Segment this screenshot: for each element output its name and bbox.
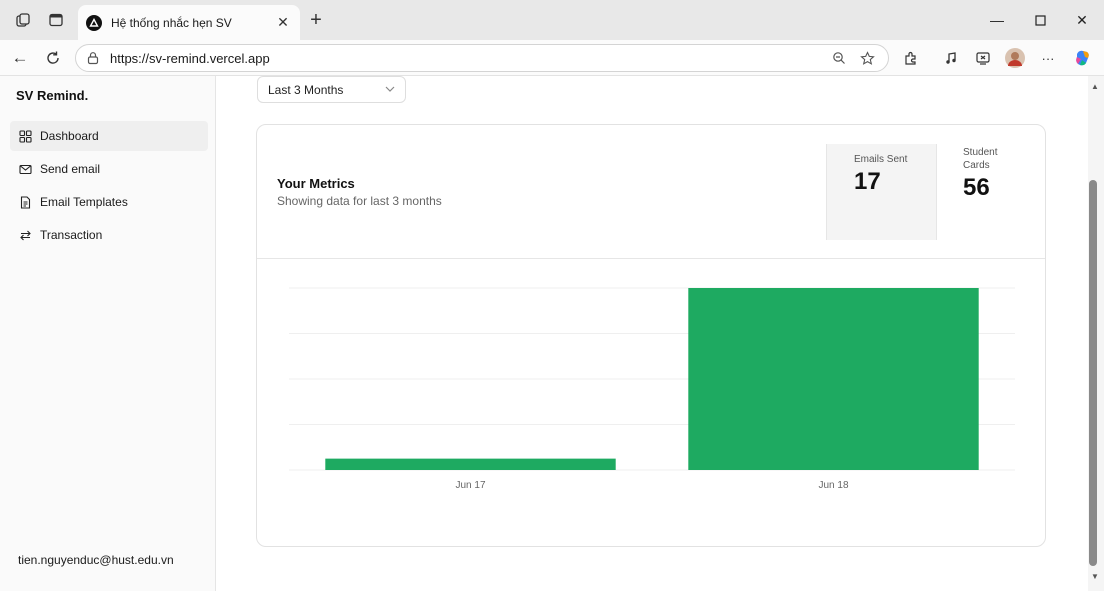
copilot-icon[interactable] — [1071, 47, 1095, 69]
browser-toolbar: ← https://sv-remind.vercel.app ··· — [0, 40, 1104, 76]
card-title: Your Metrics — [277, 176, 355, 191]
media-control-icon[interactable] — [940, 47, 964, 69]
chevron-down-icon — [385, 84, 395, 95]
url-text[interactable]: https://sv-remind.vercel.app — [110, 51, 822, 66]
back-button[interactable]: ← — [7, 46, 33, 70]
close-window-button[interactable]: ✕ — [1060, 6, 1104, 34]
metrics-card-header: Your Metrics Showing data for last 3 mon… — [257, 125, 1045, 259]
brand-logo[interactable]: SV Remind. — [16, 88, 88, 103]
metric-emails-sent[interactable]: Emails Sent 17 — [826, 144, 937, 240]
metric-label: Emails Sent — [854, 154, 908, 165]
favorite-star-icon[interactable] — [856, 47, 878, 69]
document-icon — [18, 195, 32, 209]
arrows-swap-icon — [18, 228, 32, 242]
active-tab[interactable]: Hệ thống nhắc hẹn SV ✕ — [78, 5, 300, 40]
address-bar[interactable]: https://sv-remind.vercel.app — [75, 44, 889, 72]
profile-avatar[interactable] — [1003, 47, 1027, 69]
sidebar-item-label: Email Templates — [40, 195, 128, 209]
vertical-tabs-icon[interactable] — [45, 9, 67, 31]
metric-value: 17 — [854, 168, 881, 195]
date-range-select[interactable]: Last 3 Months — [257, 76, 406, 103]
sidebar-item-label: Transaction — [40, 228, 103, 242]
metric-value: 56 — [963, 174, 990, 201]
maximize-button[interactable] — [1018, 6, 1062, 34]
sidebar: SV Remind. Dashboard Send email Email Te… — [0, 76, 216, 591]
scroll-down-arrow-icon[interactable]: ▼ — [1088, 570, 1102, 582]
card-subtitle: Showing data for last 3 months — [277, 194, 442, 208]
sidebar-item-transaction[interactable]: Transaction — [10, 220, 208, 250]
chart-bar[interactable] — [688, 288, 979, 470]
tab-title: Hệ thống nhắc hẹn SV — [111, 15, 232, 30]
browser-tab-bar: Hệ thống nhắc hẹn SV ✕ + — ✕ — [0, 0, 1104, 40]
sidebar-item-dashboard[interactable]: Dashboard — [10, 121, 208, 151]
bar-chart: Jun 17 Jun 18 — [289, 287, 1015, 491]
scroll-up-arrow-icon[interactable]: ▲ — [1088, 80, 1102, 92]
sidebar-item-email-templates[interactable]: Email Templates — [10, 187, 208, 217]
mail-icon — [18, 162, 32, 176]
zoom-icon[interactable] — [828, 47, 850, 69]
refresh-button[interactable] — [40, 46, 66, 70]
page-viewport: SV Remind. Dashboard Send email Email Te… — [0, 76, 1088, 591]
site-favicon-icon — [86, 14, 102, 31]
minimize-button[interactable]: — — [975, 6, 1019, 34]
more-menu-icon[interactable]: ··· — [1036, 47, 1060, 69]
extensions-icon[interactable] — [899, 47, 923, 69]
screenshot-icon[interactable] — [971, 47, 995, 69]
dashboard-icon — [18, 129, 32, 143]
metric-label: Student Cards — [963, 147, 998, 171]
chart-bar[interactable] — [325, 458, 616, 470]
scrollbar-thumb[interactable] — [1089, 180, 1097, 566]
tab-close-icon[interactable]: ✕ — [274, 14, 292, 32]
sidebar-item-send-email[interactable]: Send email — [10, 154, 208, 184]
site-info-icon[interactable] — [86, 51, 100, 65]
sidebar-item-label: Send email — [40, 162, 101, 176]
new-tab-button[interactable]: + — [305, 9, 327, 31]
sidebar-item-label: Dashboard — [40, 129, 99, 143]
metric-student-cards[interactable]: Student Cards 56 — [947, 144, 1037, 240]
metrics-card: Your Metrics Showing data for last 3 mon… — [256, 124, 1046, 547]
date-range-value: Last 3 Months — [268, 82, 344, 97]
chart-x-tick-label: Jun 18 — [818, 480, 848, 491]
user-email[interactable]: tien.nguyenduc@hust.edu.vn — [18, 553, 174, 567]
workspaces-icon[interactable] — [12, 9, 34, 31]
chart-x-tick-label: Jun 17 — [455, 480, 485, 491]
